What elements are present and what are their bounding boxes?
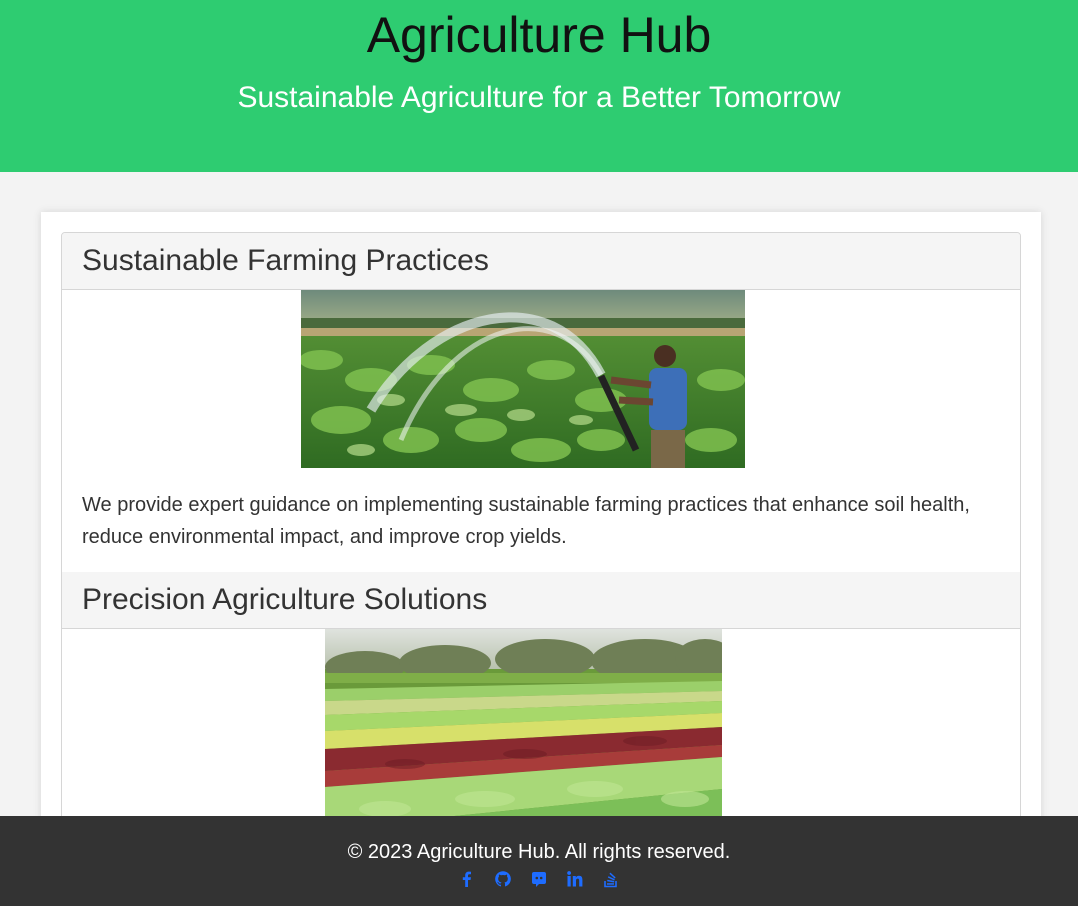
section-description: We provide expert guidance on implementi… — [82, 494, 970, 548]
discord-icon[interactable] — [530, 870, 548, 888]
site-subtitle: Sustainable Agriculture for a Better Tom… — [237, 81, 841, 114]
main-container: Sustainable Farming Practices We provide… — [41, 212, 1041, 906]
farmer-irrigating-field-photo — [301, 290, 745, 468]
services-panel: Sustainable Farming Practices We provide… — [61, 232, 1021, 906]
site-footer: © 2023 Agriculture Hub. All rights reser… — [0, 816, 1078, 906]
section-heading-precision: Precision Agriculture Solutions — [62, 572, 1020, 629]
copyright-text: © 2023 Agriculture Hub. All rights reser… — [347, 841, 731, 863]
github-icon[interactable] — [494, 870, 512, 888]
crop-rows-field-photo — [325, 629, 722, 829]
stackoverflow-icon[interactable] — [602, 870, 620, 888]
site-header: Agriculture Hub Sustainable Agriculture … — [0, 0, 1078, 172]
section-title: Sustainable Farming Practices — [82, 244, 489, 277]
linkedin-icon[interactable] — [566, 870, 584, 888]
site-title: Agriculture Hub — [366, 7, 712, 63]
social-links — [0, 870, 1078, 890]
section-heading-sustainable: Sustainable Farming Practices — [62, 233, 1020, 290]
facebook-icon[interactable] — [458, 870, 476, 888]
section-title: Precision Agriculture Solutions — [82, 583, 488, 616]
